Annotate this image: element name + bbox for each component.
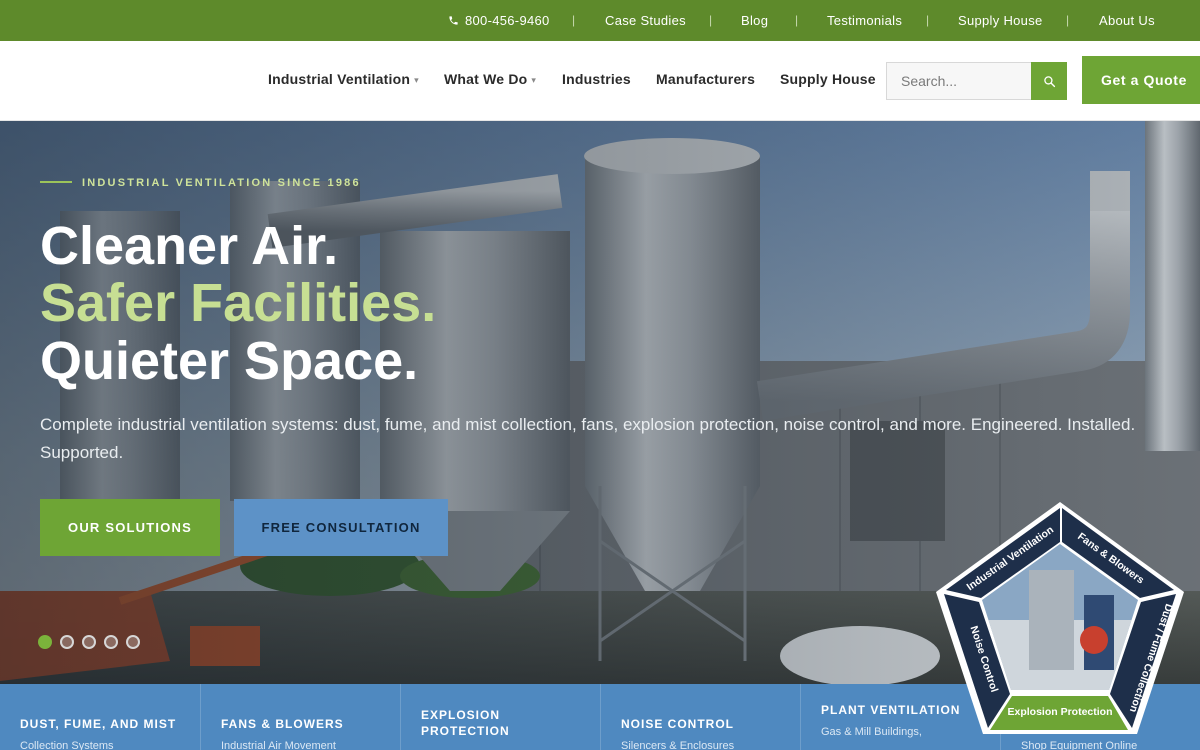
search-icon [1043,75,1055,87]
free-consultation-button[interactable]: FREE CONSULTATION [234,499,448,556]
service-subtitle: Collection Systems [20,740,114,750]
nav-label: Industrial Ventilation [268,71,411,87]
nav-item-industrial-ventilation[interactable]: Industrial Ventilation ▾ [268,71,419,87]
phone-link[interactable]: 800-456-9460 [448,13,550,28]
search-input[interactable] [887,63,1032,99]
service-card-noise-control[interactable]: NOISE CONTROL Silencers & Enclosures [600,684,800,750]
hero-headline-line-2: Safer Facilities. [40,273,437,333]
topbar-link-blog[interactable]: Blog [741,13,768,28]
top-utility-bar: 800-456-9460 | Case Studies | Blog | Tes… [0,0,1200,41]
topbar-link-about-us[interactable]: About Us [1099,13,1155,28]
separator: | [1066,13,1070,27]
service-subtitle: Industrial Air Movement [221,740,336,750]
phone-number: 800-456-9460 [465,13,550,28]
nav-item-supply-house[interactable]: Supply House [780,71,876,87]
slider-pagination [38,635,140,649]
solutions-pentagon-badge: Industrial Ventilation Fans & Blowers Du… [936,502,1184,734]
service-subtitle: Gas & Mill Buildings, [821,726,922,738]
separator: | [572,13,576,27]
service-subtitle: Shop Equipment Online [1021,740,1138,750]
slider-dot-4[interactable] [104,635,118,649]
hero-eyebrow: INDUSTRIAL VENTILATION SINCE 1986 [40,177,361,189]
slider-dot-5[interactable] [126,635,140,649]
service-title: FANS & BLOWERS [221,717,344,731]
service-card-fans-blowers[interactable]: FANS & BLOWERS Industrial Air Movement [200,684,400,750]
eyebrow-line [40,181,72,183]
nav-item-manufacturers[interactable]: Manufacturers [656,71,755,87]
hero-headline-line-1: Cleaner Air. [40,216,339,276]
main-navigation: Industrial Ventilation ▾ What We Do ▾ Indu… [0,41,1200,121]
slider-dot-1[interactable] [38,635,52,649]
service-title: DUST, FUME, AND MIST [20,717,177,731]
eyebrow-text: INDUSTRIAL VENTILATION SINCE 1986 [82,177,361,189]
topbar-link-supply-house[interactable]: Supply House [958,13,1043,28]
get-a-quote-button[interactable]: Get a Quote [1082,56,1200,104]
separator: | [709,13,713,27]
topbar-link-case-studies[interactable]: Case Studies [605,13,686,28]
service-title: NOISE CONTROL [621,717,735,731]
badge-label-explosion-protection: Explosion Protection [1007,706,1112,718]
topbar-link-testimonials[interactable]: Testimonials [827,13,902,28]
slider-dot-3[interactable] [82,635,96,649]
chevron-down-icon: ▾ [531,75,537,85]
phone-icon [449,16,458,25]
search-field [886,62,1032,100]
hero-headline-line-3: Quieter Space. [40,331,419,391]
service-subtitle: Silencers & Enclosures [621,740,735,750]
search-button[interactable] [1031,62,1067,100]
service-title: EXPLOSION PROTECTION [421,708,510,738]
slider-dot-2[interactable] [60,635,74,649]
nav-label: What We Do [444,71,528,87]
service-card-dust-fume-mist[interactable]: DUST, FUME, AND MIST Collection Systems [0,684,200,750]
separator: | [926,13,930,27]
nav-item-industries[interactable]: Industries [562,71,631,87]
our-solutions-button[interactable]: OUR SOLUTIONS [40,499,220,556]
nav-item-what-we-do[interactable]: What We Do ▾ [444,71,536,87]
service-card-explosion-protection[interactable]: EXPLOSION PROTECTION [400,684,600,750]
hero-subtitle: Complete industrial ventilation systems:… [40,415,1136,462]
separator: | [795,13,799,27]
chevron-down-icon: ▾ [414,75,419,85]
